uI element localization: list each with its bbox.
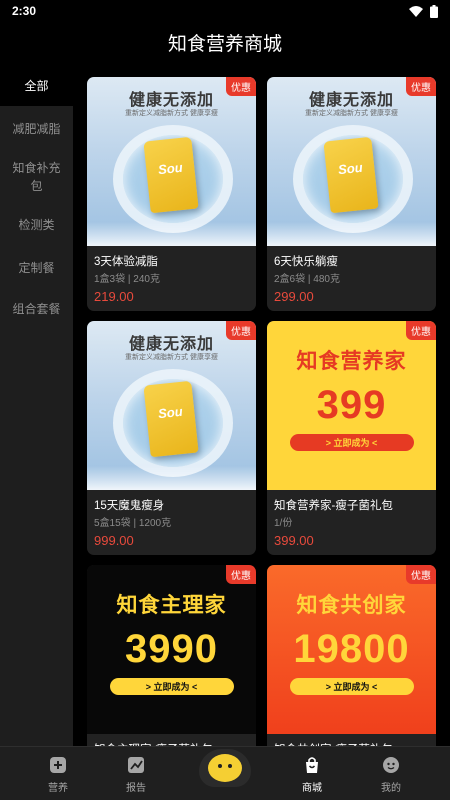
mascot-eye [228, 764, 232, 768]
cloud-decoration [87, 466, 256, 490]
sidebar-item-label: 知食补充包 [12, 161, 61, 193]
center-mascot-button[interactable] [199, 749, 251, 787]
product-price: 999.00 [94, 533, 134, 548]
profile-icon [381, 755, 401, 775]
category-sidebar: 全部 减肥减脂 知食补充包 检测类 定制餐 组合套餐 [0, 66, 73, 746]
discount-badge: 优惠 [226, 321, 256, 340]
sidebar-item-label: 组合套餐 [12, 302, 61, 316]
product-card[interactable]: 知食主理家 3990 > 立即成为 < 优惠 知食主理家-瘦子菌礼包 [87, 565, 256, 747]
plus-box-icon [48, 755, 68, 775]
product-spec: 2盒6袋 | 480克 [274, 274, 340, 285]
status-bar: 2:30 [0, 0, 450, 22]
image-subline: 重新定义减脂新方式 健康享瘦 [305, 110, 398, 117]
tab-profile[interactable]: 我的 [361, 755, 421, 794]
tab-report[interactable]: 报告 [106, 755, 166, 794]
product-spec: 5盒15袋 | 1200克 [94, 518, 172, 529]
chart-icon [126, 755, 146, 775]
discount-badge: 优惠 [406, 565, 436, 584]
poster-number: 399 [316, 383, 387, 427]
pouch-text: Sou [157, 159, 184, 178]
pouch-text: Sou [157, 403, 184, 422]
image-subline: 重新定义减脂新方式 健康享瘦 [125, 110, 218, 117]
sidebar-item-label: 检测类 [18, 218, 55, 232]
poster-number: 19800 [293, 627, 410, 671]
product-pouch: Sou [143, 136, 199, 214]
product-title: 6天快乐躺瘦 [274, 256, 338, 268]
product-card[interactable]: 健康无添加 重新定义减脂新方式 健康享瘦 Sou 优惠 6天快乐躺瘦 2盒6袋 … [267, 77, 436, 311]
app-header: 知食营养商城 [0, 22, 450, 62]
wifi-icon [409, 5, 423, 17]
product-pouch: Sou [323, 136, 379, 214]
product-grid: 健康无添加 重新定义减脂新方式 健康享瘦 Sou 优惠 3天体验减脂 1盒3袋 … [87, 77, 436, 747]
product-image: 知食共创家 19800 > 立即成为 < 优惠 [267, 565, 436, 734]
sidebar-item-weight-loss[interactable]: 减肥减脂 [0, 106, 73, 152]
sidebar-item-label: 全部 [24, 79, 49, 93]
discount-badge: 优惠 [406, 77, 436, 96]
poster-join-button: > 立即成为 < [289, 434, 414, 451]
tab-label: 报告 [126, 783, 146, 794]
discount-badge: 优惠 [406, 321, 436, 340]
cloud-decoration [87, 222, 256, 246]
poster-title: 知食主理家 [116, 594, 227, 617]
product-image: 知食主理家 3990 > 立即成为 < 优惠 [87, 565, 256, 734]
mascot-eye [218, 764, 222, 768]
sidebar-item-custom-meal[interactable]: 定制餐 [0, 248, 73, 288]
poster-title: 知食共创家 [296, 594, 407, 617]
sidebar-item-supplement[interactable]: 知食补充包 [0, 152, 73, 202]
cloud-decoration [267, 222, 436, 246]
sidebar-item-label: 减肥减脂 [12, 122, 61, 136]
product-card[interactable]: 知食共创家 19800 > 立即成为 < 优惠 知食共创家-瘦子菌礼包 [267, 565, 436, 747]
discount-badge: 优惠 [226, 565, 256, 584]
product-image: 健康无添加 重新定义减脂新方式 健康享瘦 Sou 优惠 [267, 77, 436, 246]
product-image: 健康无添加 重新定义减脂新方式 健康享瘦 Sou 优惠 [87, 321, 256, 490]
tab-label: 营养 [48, 783, 68, 794]
poster-join-button: > 立即成为 < [289, 678, 414, 695]
poster-number: 3990 [125, 627, 218, 671]
sidebar-item-testing[interactable]: 检测类 [0, 202, 73, 248]
sidebar-item-combo[interactable]: 组合套餐 [0, 288, 73, 330]
product-title: 15天魔鬼瘦身 [94, 500, 165, 512]
tab-label: 我的 [381, 783, 401, 794]
mascot-icon [208, 754, 242, 782]
product-card[interactable]: 健康无添加 重新定义减脂新方式 健康享瘦 Sou 优惠 3天体验减脂 1盒3袋 … [87, 77, 256, 311]
product-image: 健康无添加 重新定义减脂新方式 健康享瘦 Sou 优惠 [87, 77, 256, 246]
status-icons [409, 4, 438, 18]
pouch-text: Sou [337, 159, 364, 178]
status-time: 2:30 [12, 4, 37, 18]
discount-badge: 优惠 [226, 77, 256, 96]
product-card[interactable]: 健康无添加 重新定义减脂新方式 健康享瘦 Sou 优惠 15天魔鬼瘦身 5盒15… [87, 321, 256, 555]
tab-label: 商城 [302, 783, 322, 794]
product-spec: 1盒3袋 | 240克 [94, 274, 160, 285]
page-title: 知食营养商城 [167, 33, 282, 55]
product-price: 299.00 [274, 289, 314, 304]
poster-join-button: > 立即成为 < [109, 678, 234, 695]
product-image: 知食营养家 399 > 立即成为 < 优惠 [267, 321, 436, 490]
product-card[interactable]: 知食营养家 399 > 立即成为 < 优惠 知食营养家-瘦子菌礼包 1/份 39… [267, 321, 436, 555]
product-spec: 1/份 [274, 518, 293, 529]
image-subline: 重新定义减脂新方式 健康享瘦 [125, 354, 218, 361]
product-title: 3天体验减脂 [94, 256, 158, 268]
product-price: 399.00 [274, 533, 314, 548]
product-pouch: Sou [143, 380, 199, 458]
bag-icon [302, 755, 322, 775]
poster-title: 知食营养家 [296, 350, 407, 373]
tab-mall[interactable]: 商城 [282, 755, 342, 794]
product-title: 知食营养家-瘦子菌礼包 [274, 500, 393, 512]
sidebar-item-all[interactable]: 全部 [0, 66, 73, 106]
sidebar-item-label: 定制餐 [18, 261, 55, 275]
battery-icon [430, 4, 438, 18]
product-price: 219.00 [94, 289, 134, 304]
tab-nutrition[interactable]: 营养 [28, 755, 88, 794]
